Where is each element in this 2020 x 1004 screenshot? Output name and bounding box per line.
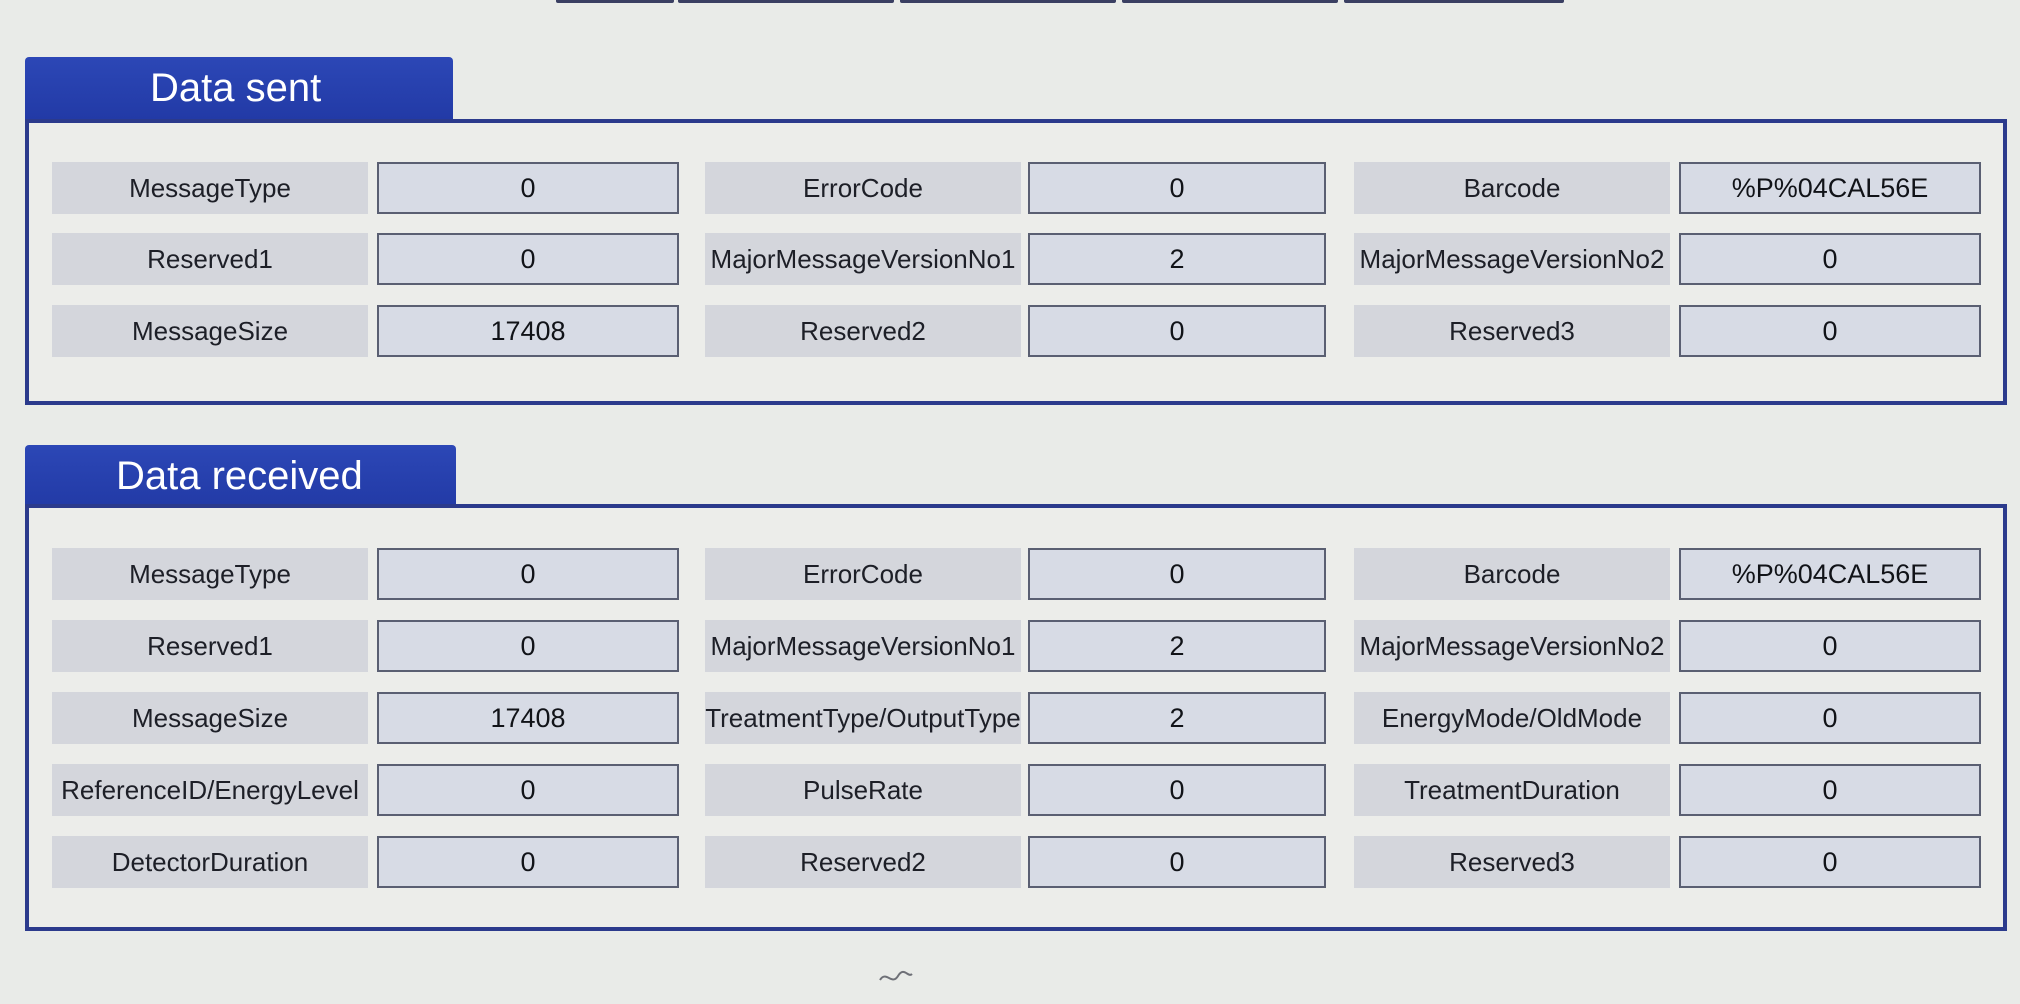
- field-label: EnergyMode/OldMode: [1354, 692, 1670, 744]
- field-value[interactable]: %P%04CAL56E: [1679, 548, 1981, 600]
- top-tab-edge[interactable]: [900, 0, 1116, 3]
- field-label: ReferenceID/EnergyLevel: [52, 764, 368, 816]
- field-value[interactable]: 0: [1679, 620, 1981, 672]
- field-label: MessageType: [52, 162, 368, 214]
- field-label: TreatmentType/OutputType: [705, 692, 1021, 744]
- field-label: MajorMessageVersionNo2: [1354, 620, 1670, 672]
- field-value[interactable]: 2: [1028, 620, 1326, 672]
- data-received-tab: Data received: [25, 445, 456, 508]
- field-value[interactable]: 0: [1679, 764, 1981, 816]
- field-value[interactable]: 0: [377, 233, 679, 285]
- field-value[interactable]: 0: [1679, 836, 1981, 888]
- field-value[interactable]: 2: [1028, 233, 1326, 285]
- field-value[interactable]: 0: [377, 764, 679, 816]
- field-label: Reserved1: [52, 233, 368, 285]
- top-tab-edge[interactable]: [1344, 0, 1564, 3]
- field-value[interactable]: 0: [1028, 764, 1326, 816]
- field-value[interactable]: %P%04CAL56E: [1679, 162, 1981, 214]
- field-value[interactable]: 0: [1679, 233, 1981, 285]
- top-tab-edge[interactable]: [556, 0, 674, 3]
- cursor-icon: [879, 971, 913, 981]
- field-value[interactable]: 0: [1679, 692, 1981, 744]
- top-tab-edge[interactable]: [678, 0, 894, 3]
- field-value[interactable]: 17408: [377, 692, 679, 744]
- field-label: Barcode: [1354, 162, 1670, 214]
- field-value[interactable]: 0: [1028, 836, 1326, 888]
- field-label: Reserved3: [1354, 836, 1670, 888]
- field-label: MajorMessageVersionNo2: [1354, 233, 1670, 285]
- field-label: Reserved1: [52, 620, 368, 672]
- field-value[interactable]: 0: [377, 548, 679, 600]
- field-label: Barcode: [1354, 548, 1670, 600]
- field-label: TreatmentDuration: [1354, 764, 1670, 816]
- field-label: MessageType: [52, 548, 368, 600]
- field-value[interactable]: 0: [1028, 305, 1326, 357]
- field-label: MessageSize: [52, 305, 368, 357]
- data-received-title: Data received: [116, 454, 363, 498]
- field-label: ErrorCode: [705, 548, 1021, 600]
- field-label: Reserved2: [705, 305, 1021, 357]
- field-value[interactable]: 0: [1028, 162, 1326, 214]
- field-label: MajorMessageVersionNo1: [705, 233, 1021, 285]
- field-value[interactable]: 17408: [377, 305, 679, 357]
- data-sent-title: Data sent: [150, 66, 322, 110]
- field-label: Reserved2: [705, 836, 1021, 888]
- field-label: MajorMessageVersionNo1: [705, 620, 1021, 672]
- field-value[interactable]: 0: [377, 162, 679, 214]
- field-label: Reserved3: [1354, 305, 1670, 357]
- field-label: ErrorCode: [705, 162, 1021, 214]
- top-tab-strip: [0, 0, 2020, 6]
- field-label: DetectorDuration: [52, 836, 368, 888]
- field-label: MessageSize: [52, 692, 368, 744]
- top-tab-edge[interactable]: [1122, 0, 1338, 3]
- field-value[interactable]: 0: [1679, 305, 1981, 357]
- field-label: PulseRate: [705, 764, 1021, 816]
- data-sent-tab: Data sent: [25, 57, 453, 120]
- field-value[interactable]: 0: [1028, 548, 1326, 600]
- field-value[interactable]: 0: [377, 620, 679, 672]
- field-value[interactable]: 0: [377, 836, 679, 888]
- field-value[interactable]: 2: [1028, 692, 1326, 744]
